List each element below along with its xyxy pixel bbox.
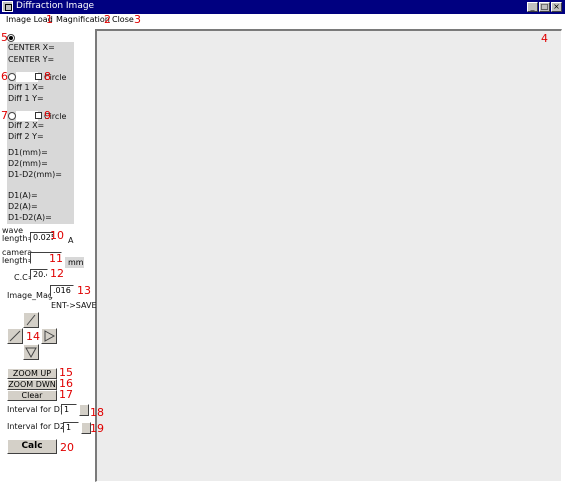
center-radio[interactable] <box>7 34 15 42</box>
callout-19: 19 <box>90 422 104 435</box>
callout-11: 11 <box>49 252 63 265</box>
callout-9: 9 <box>44 109 51 122</box>
maximize-button[interactable]: □ <box>539 2 550 12</box>
d1-d2-mm-label: D1-D2(mm)= <box>8 170 62 179</box>
menu-magnification[interactable]: Magnification <box>56 15 110 24</box>
interval-d1-spinner[interactable] <box>79 404 89 416</box>
interval-d2-label: Interval for D2= <box>7 422 72 431</box>
app-icon <box>2 1 13 12</box>
callout-4: 4 <box>541 32 548 45</box>
pan-down-button[interactable] <box>23 344 39 360</box>
callout-3: 3 <box>134 13 141 26</box>
diff2-radio[interactable] <box>8 112 16 120</box>
callout-8: 8 <box>44 70 51 83</box>
close-window-button[interactable]: × <box>551 2 562 12</box>
menu-bar: Image Load Magnification Close <box>0 14 565 27</box>
d2-mm-label: D2(mm)= <box>8 159 48 168</box>
arrow-left-icon <box>9 330 21 342</box>
interval-d1-input[interactable]: 1 <box>61 404 77 415</box>
pan-left-button[interactable] <box>7 328 23 344</box>
zoom-up-button[interactable]: ZOOM UP <box>7 368 57 379</box>
menu-close[interactable]: Close <box>112 15 134 24</box>
interval-d2-input[interactable]: 1 <box>63 422 79 433</box>
arrow-right-icon <box>44 330 56 342</box>
minimize-button[interactable]: _ <box>527 2 538 12</box>
callout-18: 18 <box>90 406 104 419</box>
d1-d2-a-label: D1-D2(A)= <box>8 213 52 222</box>
callout-20: 20 <box>60 441 74 454</box>
window-title: Diffraction Image <box>16 1 95 11</box>
zoom-down-button[interactable]: ZOOM DWN <box>7 379 57 390</box>
title-bar: Diffraction Image _ □ × <box>0 0 565 14</box>
coordinate-panel: CENTER X= CENTER Y= Circle Diff 1 X= Dif… <box>7 42 74 224</box>
clear-button[interactable]: Clear <box>7 390 57 401</box>
diff1-radio[interactable] <box>8 73 16 81</box>
circle1-checkbox[interactable] <box>35 73 42 80</box>
callout-17: 17 <box>59 388 73 401</box>
callout-12: 12 <box>50 267 64 280</box>
pan-up-button[interactable] <box>23 312 39 328</box>
center-x-label: CENTER X= <box>8 43 55 52</box>
circle2-checkbox[interactable] <box>35 112 42 119</box>
d1-a-label: D1(A)= <box>8 191 38 200</box>
diff2-x-label: Diff 2 X= <box>8 121 45 130</box>
callout-14: 14 <box>26 330 40 343</box>
diff1-x-label: Diff 1 X= <box>8 83 45 92</box>
calc-button[interactable]: Calc <box>7 439 57 454</box>
center-y-label: CENTER Y= <box>8 55 55 64</box>
diff1-y-label: Diff 1 Y= <box>8 94 44 103</box>
cc-input[interactable]: 20.4 <box>30 269 48 280</box>
image-canvas[interactable] <box>95 29 562 482</box>
arrow-up-icon <box>26 314 36 326</box>
callout-1: 1 <box>46 13 53 26</box>
callout-5: 5 <box>1 31 8 44</box>
callout-13: 13 <box>77 284 91 297</box>
camera-length-unit: mm <box>65 257 84 268</box>
pan-right-button[interactable] <box>41 328 57 344</box>
callout-6: 6 <box>1 70 8 83</box>
callout-10: 10 <box>50 229 64 242</box>
callout-7: 7 <box>1 109 8 122</box>
diff2-y-label: Diff 2 Y= <box>8 132 44 141</box>
wave-length-unit: A <box>68 236 74 245</box>
callout-2: 2 <box>104 13 111 26</box>
image-mag-hint: ENT->SAVE <box>51 301 97 310</box>
d2-a-label: D2(A)= <box>8 202 38 211</box>
image-mag-input[interactable]: .016 <box>50 285 74 297</box>
arrow-down-icon <box>25 347 37 359</box>
d1-mm-label: D1(mm)= <box>8 148 48 157</box>
